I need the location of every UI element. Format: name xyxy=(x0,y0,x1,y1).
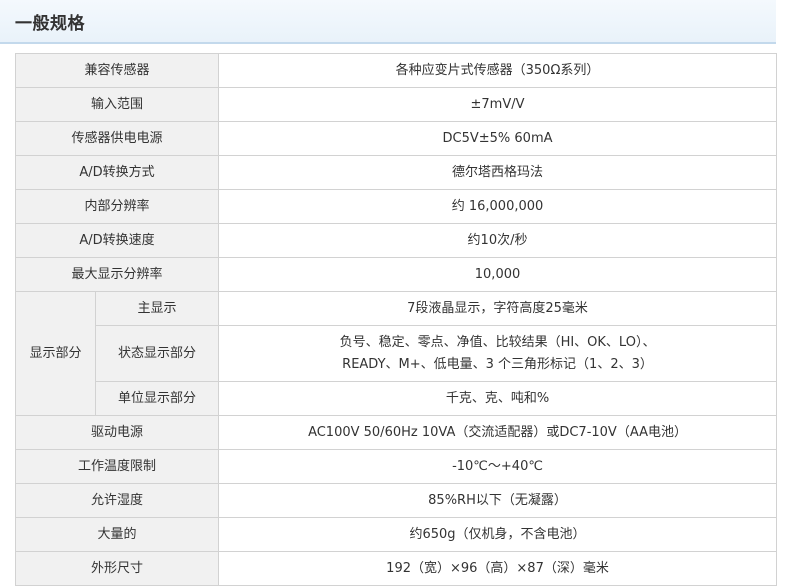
table-row: 工作温度限制 -10℃～+40℃ xyxy=(14,449,778,484)
row-label: A/D转换方式 xyxy=(14,155,220,190)
row-value: 负号、稳定、零点、净值、比较结果（HI、OK、LO）、 READY、M+、低电量… xyxy=(218,325,778,382)
table-row: 允许湿度 85%RH以下（无凝露） xyxy=(14,483,778,518)
row-value: 85%RH以下（无凝露） xyxy=(218,483,778,518)
row-value: 10,000 xyxy=(218,257,778,292)
row-label: 传感器供电电源 xyxy=(14,121,220,156)
row-label: 驱动电源 xyxy=(14,415,220,450)
row-label: 工作温度限制 xyxy=(14,449,220,484)
row-label: A/D转换速度 xyxy=(14,223,220,258)
row-value: DC5V±5% 60mA xyxy=(218,121,778,156)
row-value: 千克、克、吨和% xyxy=(218,381,778,416)
row-value: -10℃～+40℃ xyxy=(218,449,778,484)
row-value: 192（宽）×96（高）×87（深）毫米 xyxy=(218,551,778,586)
row-value: 各种应变片式传感器（350Ω系列） xyxy=(218,53,778,88)
table-row: 驱动电源 AC100V 50/60Hz 10VA（交流适配器）或DC7-10V（… xyxy=(14,415,778,450)
row-label: 大量的 xyxy=(14,517,220,552)
table-row: A/D转换方式 德尔塔西格玛法 xyxy=(14,155,778,190)
section-header: 一般规格 xyxy=(0,0,776,44)
table-row: 单位显示部分 千克、克、吨和% xyxy=(16,381,778,416)
table-row: A/D转换速度 约10次/秒 xyxy=(14,223,778,258)
row-sublabel: 主显示 xyxy=(94,291,220,326)
table-row: 兼容传感器 各种应变片式传感器（350Ω系列） xyxy=(14,53,778,88)
spec-table: 兼容传感器 各种应变片式传感器（350Ω系列） 输入范围 ±7mV/V 传感器供… xyxy=(14,53,778,586)
table-row: 外形尺寸 192（宽）×96（高）×87（深）毫米 xyxy=(14,551,778,586)
row-label: 兼容传感器 xyxy=(14,53,220,88)
table-row: 传感器供电电源 DC5V±5% 60mA xyxy=(14,121,778,156)
table-row: 输入范围 ±7mV/V xyxy=(14,87,778,122)
table-row: 大量的 约650g（仅机身，不含电池） xyxy=(14,517,778,552)
row-sublabel: 状态显示部分 xyxy=(94,325,220,382)
status-line-1: 负号、稳定、零点、净值、比较结果（HI、OK、LO）、 xyxy=(339,334,656,350)
row-value: 约650g（仅机身，不含电池） xyxy=(218,517,778,552)
row-label: 最大显示分辨率 xyxy=(14,257,220,292)
table-row: 状态显示部分 负号、稳定、零点、净值、比较结果（HI、OK、LO）、 READY… xyxy=(16,325,778,382)
row-value: 7段液晶显示，字符高度25毫米 xyxy=(218,291,778,326)
status-line-2: READY、M+、低电量、3 个三角形标记（1、2、3） xyxy=(342,356,653,372)
row-sublabel: 单位显示部分 xyxy=(94,381,220,416)
row-value: 德尔塔西格玛法 xyxy=(218,155,778,190)
table-row: 最大显示分辨率 10,000 xyxy=(14,257,778,292)
row-value: 约 16,000,000 xyxy=(218,189,778,224)
row-value: 约10次/秒 xyxy=(218,223,778,258)
row-label: 内部分辨率 xyxy=(14,189,220,224)
row-value: AC100V 50/60Hz 10VA（交流适配器）或DC7-10V（AA电池） xyxy=(218,415,778,450)
row-label: 输入范围 xyxy=(14,87,220,122)
row-value: ±7mV/V xyxy=(218,87,778,122)
display-group-label: 显示部分 xyxy=(15,291,96,416)
table-row: 内部分辨率 约 16,000,000 xyxy=(14,189,778,224)
section-title: 一般规格 xyxy=(15,14,85,34)
row-label: 允许湿度 xyxy=(14,483,220,518)
table-row: 显示部分 主显示 7段液晶显示，字符高度25毫米 xyxy=(15,291,778,416)
row-label: 外形尺寸 xyxy=(14,551,220,586)
